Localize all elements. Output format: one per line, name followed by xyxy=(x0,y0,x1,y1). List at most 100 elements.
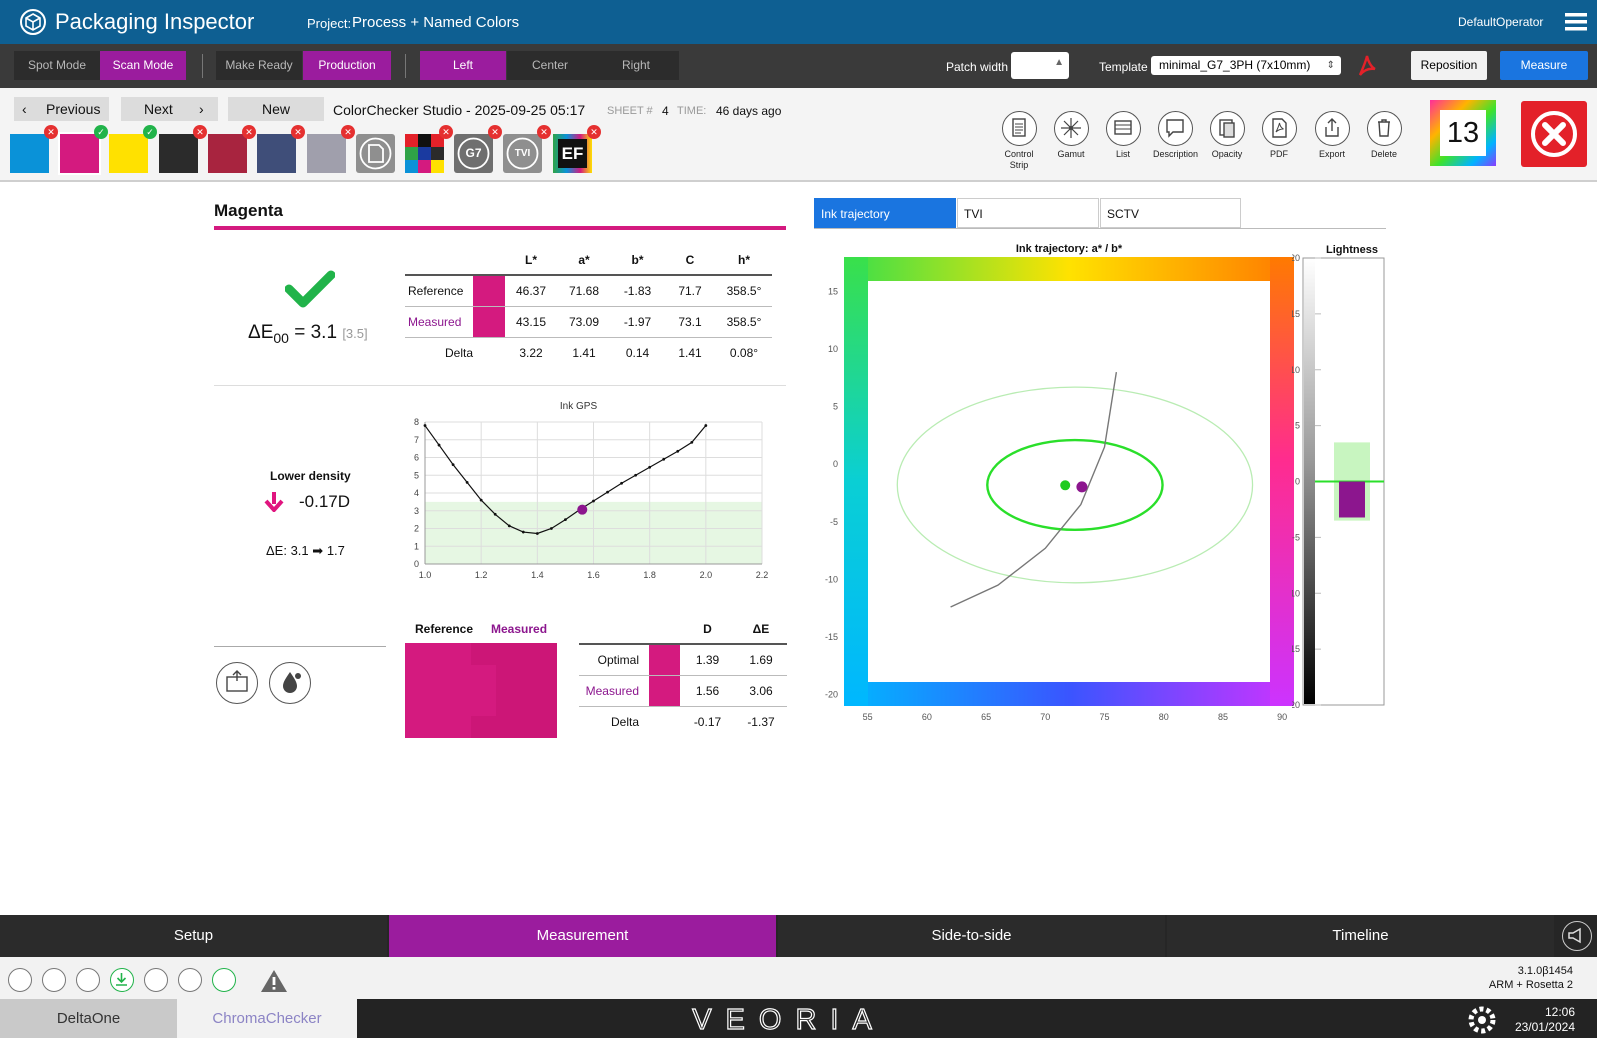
swatch-yellow[interactable]: ✓ xyxy=(109,125,157,173)
cell: 1.41 xyxy=(572,345,596,360)
download-status-icon[interactable] xyxy=(110,968,134,992)
template-select[interactable]: minimal_G7_3PH (7x10mm) ⇕ xyxy=(1151,56,1341,75)
gamut-icon xyxy=(1053,111,1089,146)
sheet-counter-badge[interactable]: 13 xyxy=(1430,100,1496,166)
make-ready-button[interactable]: Make Ready xyxy=(216,51,302,80)
curve-point xyxy=(676,449,680,453)
opacity-label: Opacity xyxy=(1211,149,1243,159)
sync-status-icon[interactable] xyxy=(42,968,66,992)
delta-e-tolerance: [3.5] xyxy=(342,326,368,341)
pdf-template-icon[interactable] xyxy=(1355,53,1379,79)
empty-chip xyxy=(473,337,505,368)
x-tick-label: 2.2 xyxy=(756,570,769,580)
y-tick-label: 2 xyxy=(414,524,419,534)
cxf-export-icon[interactable] xyxy=(216,662,258,704)
position-left-button[interactable]: Left xyxy=(420,51,506,80)
mail-status-icon[interactable] xyxy=(178,968,202,992)
control-strip-button[interactable]: Control Strip xyxy=(997,111,1041,171)
production-button[interactable]: Production xyxy=(303,51,391,80)
swatch-gray[interactable]: ✕ xyxy=(307,125,355,173)
reposition-button[interactable]: Reposition xyxy=(1411,51,1487,80)
cell: 3.06 xyxy=(735,675,787,707)
patch-width-label: Patch width xyxy=(946,60,1009,74)
pdf-button[interactable]: PDF xyxy=(1257,111,1301,160)
cell: 358.5° xyxy=(716,306,772,338)
position-right-button[interactable]: Right xyxy=(593,51,679,80)
scan-mode-button[interactable]: Scan Mode xyxy=(100,51,186,80)
position-center-button[interactable]: Center xyxy=(507,51,593,80)
new-sheet-button[interactable]: New xyxy=(228,97,324,121)
y-tick-label: -5 xyxy=(1292,532,1300,542)
table-row: Measured 1.56 3.06 xyxy=(579,675,787,707)
hamburger-menu-icon[interactable] xyxy=(1565,13,1587,31)
settings-gear-icon[interactable] xyxy=(1465,1003,1499,1037)
swatch-ef[interactable]: EF ✕ xyxy=(553,125,601,173)
select-arrows-icon: ⇕ xyxy=(1326,60,1335,71)
opacity-icon xyxy=(1209,111,1245,146)
nav-side-to-side[interactable]: Side-to-side xyxy=(778,915,1165,957)
cell: 358.5° xyxy=(716,275,772,307)
next-button[interactable]: Next › xyxy=(121,97,218,121)
curve-point xyxy=(479,498,483,502)
swatch-cyan[interactable]: ✕ xyxy=(10,125,58,173)
swatch-paper[interactable] xyxy=(356,134,395,173)
swatch-black[interactable]: ✕ xyxy=(159,125,207,173)
y-tick-label: 0 xyxy=(1295,477,1300,487)
fail-badge-icon: ✕ xyxy=(439,125,453,139)
tab-deltaone[interactable]: DeltaOne xyxy=(0,999,177,1038)
x-tick-label: 80 xyxy=(1159,712,1169,722)
curve-point xyxy=(535,532,539,535)
swatch-g7[interactable]: G7 ✕ xyxy=(454,125,502,173)
swatch-red[interactable]: ✕ xyxy=(208,125,256,173)
gamut-button[interactable]: Gamut xyxy=(1049,111,1093,160)
cell: -0.17 xyxy=(693,714,722,729)
nav-timeline[interactable]: Timeline xyxy=(1167,915,1554,957)
scanner-status-icon[interactable] xyxy=(212,968,236,992)
printer-status-icon[interactable] xyxy=(76,968,100,992)
row-label: Reference xyxy=(405,275,473,307)
swatch-navy[interactable]: ✕ xyxy=(257,125,305,173)
spot-mode-button[interactable]: Spot Mode xyxy=(14,51,100,80)
x-tick-label: 2.0 xyxy=(700,570,713,580)
operator-name[interactable]: DefaultOperator xyxy=(1458,15,1543,29)
nav-measurement[interactable]: Measurement xyxy=(389,915,776,957)
y-tick-label: 5 xyxy=(414,470,419,480)
swatch-magenta[interactable]: ✓ xyxy=(58,125,108,175)
table-header-row: D ΔE xyxy=(579,614,787,645)
patch-width-stepper[interactable]: ▲ xyxy=(1011,52,1069,79)
nav-setup[interactable]: Setup xyxy=(0,915,387,957)
table-row: Delta 3.22 1.41 0.14 1.41 0.08° xyxy=(405,337,772,368)
section-divider xyxy=(214,646,386,647)
warning-icon[interactable] xyxy=(260,968,288,993)
list-button[interactable]: List xyxy=(1101,111,1145,160)
previous-button[interactable]: ‹ Previous xyxy=(14,97,109,121)
row-label: Measured xyxy=(405,306,473,338)
previous-label: Previous xyxy=(46,101,101,117)
ink-drop-icon[interactable] xyxy=(269,662,311,704)
temperature-status-icon[interactable] xyxy=(144,968,168,992)
x-tick-label: 1.6 xyxy=(587,570,600,580)
pdf-icon xyxy=(1261,111,1297,146)
stepper-arrows-icon[interactable]: ▲ xyxy=(1054,57,1064,68)
project-name[interactable]: Process + Named Colors xyxy=(352,14,519,31)
spectro-status-icon[interactable] xyxy=(8,968,32,992)
description-button[interactable]: Description xyxy=(1153,111,1198,160)
ef-label: EF xyxy=(561,144,584,163)
measure-button[interactable]: Measure xyxy=(1500,51,1588,80)
tab-tvi[interactable]: TVI xyxy=(957,198,1099,228)
announcement-icon[interactable] xyxy=(1562,921,1592,951)
opacity-button[interactable]: Opacity xyxy=(1205,111,1249,160)
swatch-colorbars[interactable]: ✕ xyxy=(405,125,453,173)
tab-ink-trajectory[interactable]: Ink trajectory xyxy=(814,198,956,228)
tab-sctv[interactable]: SCTV xyxy=(1100,198,1241,228)
fail-status-button[interactable] xyxy=(1521,101,1587,167)
export-button[interactable]: Export xyxy=(1310,111,1354,160)
delete-button[interactable]: Delete xyxy=(1362,111,1406,160)
row-label: Delta xyxy=(610,714,639,729)
y-tick-label: -10 xyxy=(1292,588,1300,598)
curve-point xyxy=(493,512,497,516)
table-row: Delta -0.17 -1.37 xyxy=(579,706,787,737)
reference-chip xyxy=(473,275,505,307)
tab-chromachecker[interactable]: ChromaChecker xyxy=(177,999,357,1038)
swatch-tvi[interactable]: TVI ✕ xyxy=(503,125,551,173)
